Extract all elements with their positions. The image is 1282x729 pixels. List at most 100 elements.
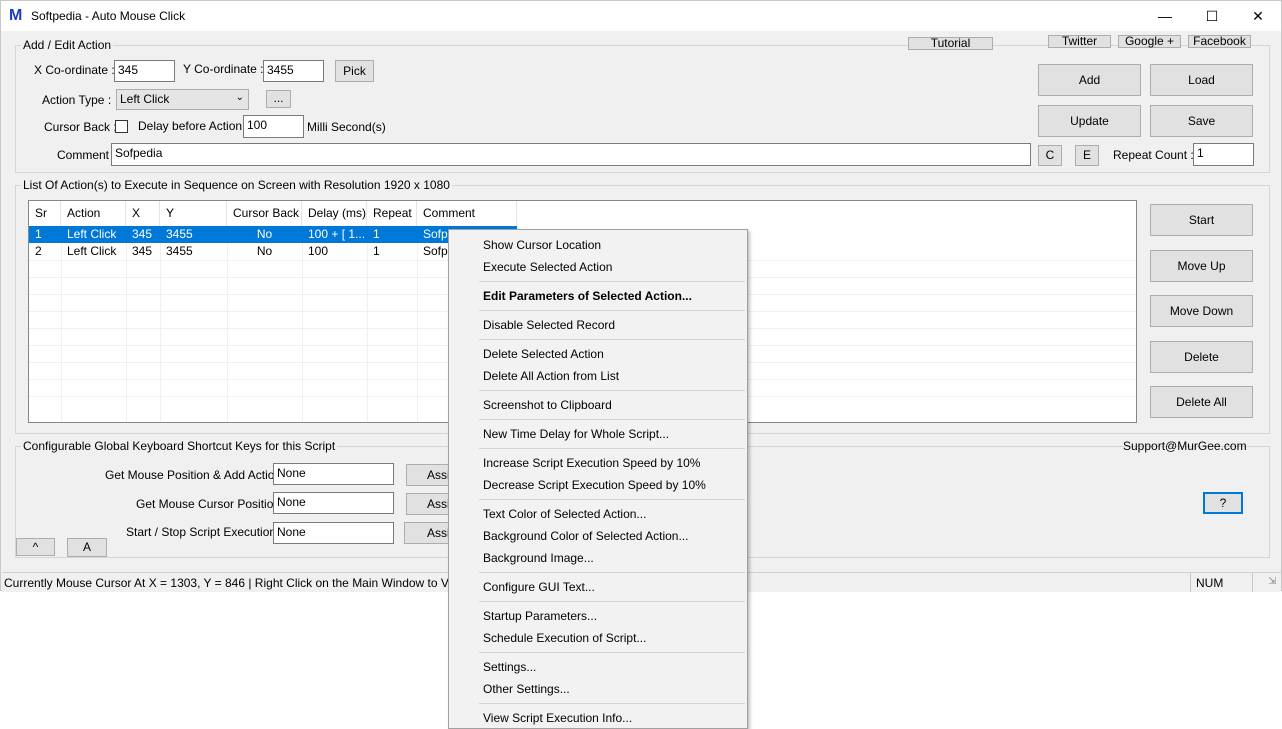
menu-item[interactable]: Startup Parameters... (483, 609, 597, 623)
load-button[interactable]: Load (1150, 64, 1253, 96)
menu-separator (479, 310, 745, 311)
minimize-button[interactable]: — (1142, 1, 1188, 31)
action-type-select[interactable]: Left Click ⌄ (116, 89, 249, 110)
menu-separator (479, 339, 745, 340)
cell-repeat: 1 (373, 227, 380, 241)
column-header-sr[interactable]: Sr (29, 201, 61, 226)
a-button[interactable]: A (67, 538, 107, 557)
start-button[interactable]: Start (1150, 204, 1253, 236)
shortcuts-group-label: Configurable Global Keyboard Shortcut Ke… (21, 439, 338, 453)
column-header-action[interactable]: Action (61, 201, 126, 226)
delay-label: Delay before Action : (138, 119, 249, 133)
support-email[interactable]: Support@MurGee.com (1123, 439, 1247, 453)
maximize-button[interactable]: ☐ (1189, 1, 1235, 31)
shortcut-input-cursor[interactable]: None (273, 492, 394, 514)
add-edit-group-label: Add / Edit Action (21, 38, 114, 52)
num-lock-indicator: NUM (1196, 576, 1224, 590)
menu-item[interactable]: Other Settings... (483, 682, 570, 696)
cursor-back-label: Cursor Back : (44, 120, 117, 134)
y-coordinate-input[interactable]: 3455 (263, 60, 324, 82)
facebook-button[interactable]: Facebook (1188, 35, 1251, 48)
shortcut-label-add: Get Mouse Position & Add Action : (105, 468, 288, 482)
column-header-x[interactable]: X (126, 201, 160, 226)
x-coordinate-input[interactable]: 345 (114, 60, 175, 82)
menu-item[interactable]: Decrease Script Execution Speed by 10% (483, 478, 706, 492)
menu-separator (479, 390, 745, 391)
column-header-repeat[interactable]: Repeat (367, 201, 417, 226)
menu-separator (479, 652, 745, 653)
assign-button-cursor[interactable]: Assi (406, 493, 450, 515)
cell-delay: 100 + [ 1... (308, 227, 366, 241)
pick-button[interactable]: Pick (335, 60, 374, 82)
help-button[interactable]: ? (1203, 492, 1243, 514)
shortcut-input-add[interactable]: None (273, 463, 394, 485)
status-divider (1252, 573, 1253, 592)
menu-item[interactable]: Execute Selected Action (483, 260, 612, 274)
table-row-selected[interactable]: 1 Left Click 345 3455 No 100 + [ 1... 1 … (29, 226, 517, 243)
shortcut-label-start-stop: Start / Stop Script Execution : (126, 525, 283, 539)
move-down-button[interactable]: Move Down (1150, 295, 1253, 327)
menu-item[interactable]: Screenshot to Clipboard (483, 398, 612, 412)
cell-y: 3455 (166, 227, 193, 241)
assign-button-add[interactable]: Assi (406, 464, 450, 486)
cursor-back-checkbox[interactable] (115, 120, 128, 133)
column-header-cursor-back[interactable]: Cursor Back (227, 201, 302, 226)
column-header-comment[interactable]: Comment (417, 201, 517, 226)
c-button[interactable]: C (1038, 145, 1062, 166)
delete-all-button[interactable]: Delete All (1150, 386, 1253, 418)
menu-item[interactable]: View Script Execution Info... (483, 711, 632, 725)
cell-delay: 100 (308, 244, 329, 258)
column-header-y[interactable]: Y (160, 201, 227, 226)
menu-item[interactable]: Background Color of Selected Action... (483, 529, 688, 543)
menu-separator (479, 281, 745, 282)
shortcut-label-cursor: Get Mouse Cursor Position : (136, 497, 287, 511)
menu-item[interactable]: Configure GUI Text... (483, 580, 595, 594)
comment-input[interactable]: Sofpedia (111, 143, 1031, 166)
collapse-up-button[interactable]: ^ (16, 538, 55, 556)
menu-item[interactable]: Text Color of Selected Action... (483, 507, 646, 521)
repeat-count-label: Repeat Count : (1113, 148, 1194, 162)
cell-cursor-back: No (256, 244, 273, 258)
menu-item[interactable]: Delete Selected Action (483, 347, 604, 361)
y-coordinate-label: Y Co-ordinate : (183, 62, 264, 76)
menu-item[interactable]: Increase Script Execution Speed by 10% (483, 456, 700, 470)
assign-button-start-stop[interactable]: Assi (404, 522, 450, 544)
action-type-value: Left Click (120, 92, 170, 106)
e-button[interactable]: E (1075, 145, 1099, 166)
chevron-down-icon: ⌄ (235, 92, 244, 103)
twitter-button[interactable]: Twitter (1048, 35, 1111, 48)
column-header-delay[interactable]: Delay (ms) (302, 201, 367, 226)
menu-item[interactable]: Background Image... (483, 551, 594, 565)
close-button[interactable]: ✕ (1235, 1, 1281, 31)
menu-item[interactable]: New Time Delay for Whole Script... (483, 427, 669, 441)
google-button[interactable]: Google + (1118, 35, 1181, 48)
menu-item[interactable]: Delete All Action from List (483, 369, 619, 383)
action-type-label: Action Type : (42, 93, 112, 107)
shortcut-input-start-stop[interactable]: None (273, 522, 394, 544)
menu-item[interactable]: Settings... (483, 660, 536, 674)
context-menu: Show Cursor Location Execute Selected Act… (448, 229, 748, 729)
menu-item[interactable]: Show Cursor Location (483, 238, 601, 252)
delete-button[interactable]: Delete (1150, 341, 1253, 373)
menu-item[interactable]: Edit Parameters of Selected Action... (483, 289, 692, 303)
menu-item[interactable]: Schedule Execution of Script... (483, 631, 646, 645)
save-button[interactable]: Save (1150, 105, 1253, 137)
add-button[interactable]: Add (1038, 64, 1141, 96)
action-list-group-label: List Of Action(s) to Execute in Sequence… (21, 178, 452, 192)
tutorial-button[interactable]: Tutorial (908, 37, 993, 50)
update-button[interactable]: Update (1038, 105, 1141, 137)
repeat-count-input[interactable]: 1 (1193, 143, 1254, 166)
more-options-button[interactable]: ... (266, 90, 291, 108)
cell-sr: 1 (35, 227, 42, 241)
menu-separator (479, 703, 745, 704)
delay-input[interactable]: 100 (243, 115, 304, 138)
resize-grip-icon[interactable]: ⇲ (1268, 576, 1276, 587)
delay-unit-label: Milli Second(s) (307, 120, 386, 134)
window-title: Softpedia - Auto Mouse Click (31, 9, 186, 23)
title-bar[interactable]: M Softpedia - Auto Mouse Click — ☐ ✕ (1, 1, 1281, 31)
menu-item[interactable]: Disable Selected Record (483, 318, 615, 332)
move-up-button[interactable]: Move Up (1150, 250, 1253, 282)
status-divider (1190, 573, 1191, 592)
cell-y: 3455 (166, 244, 193, 258)
comment-label: Comment : (57, 148, 116, 162)
